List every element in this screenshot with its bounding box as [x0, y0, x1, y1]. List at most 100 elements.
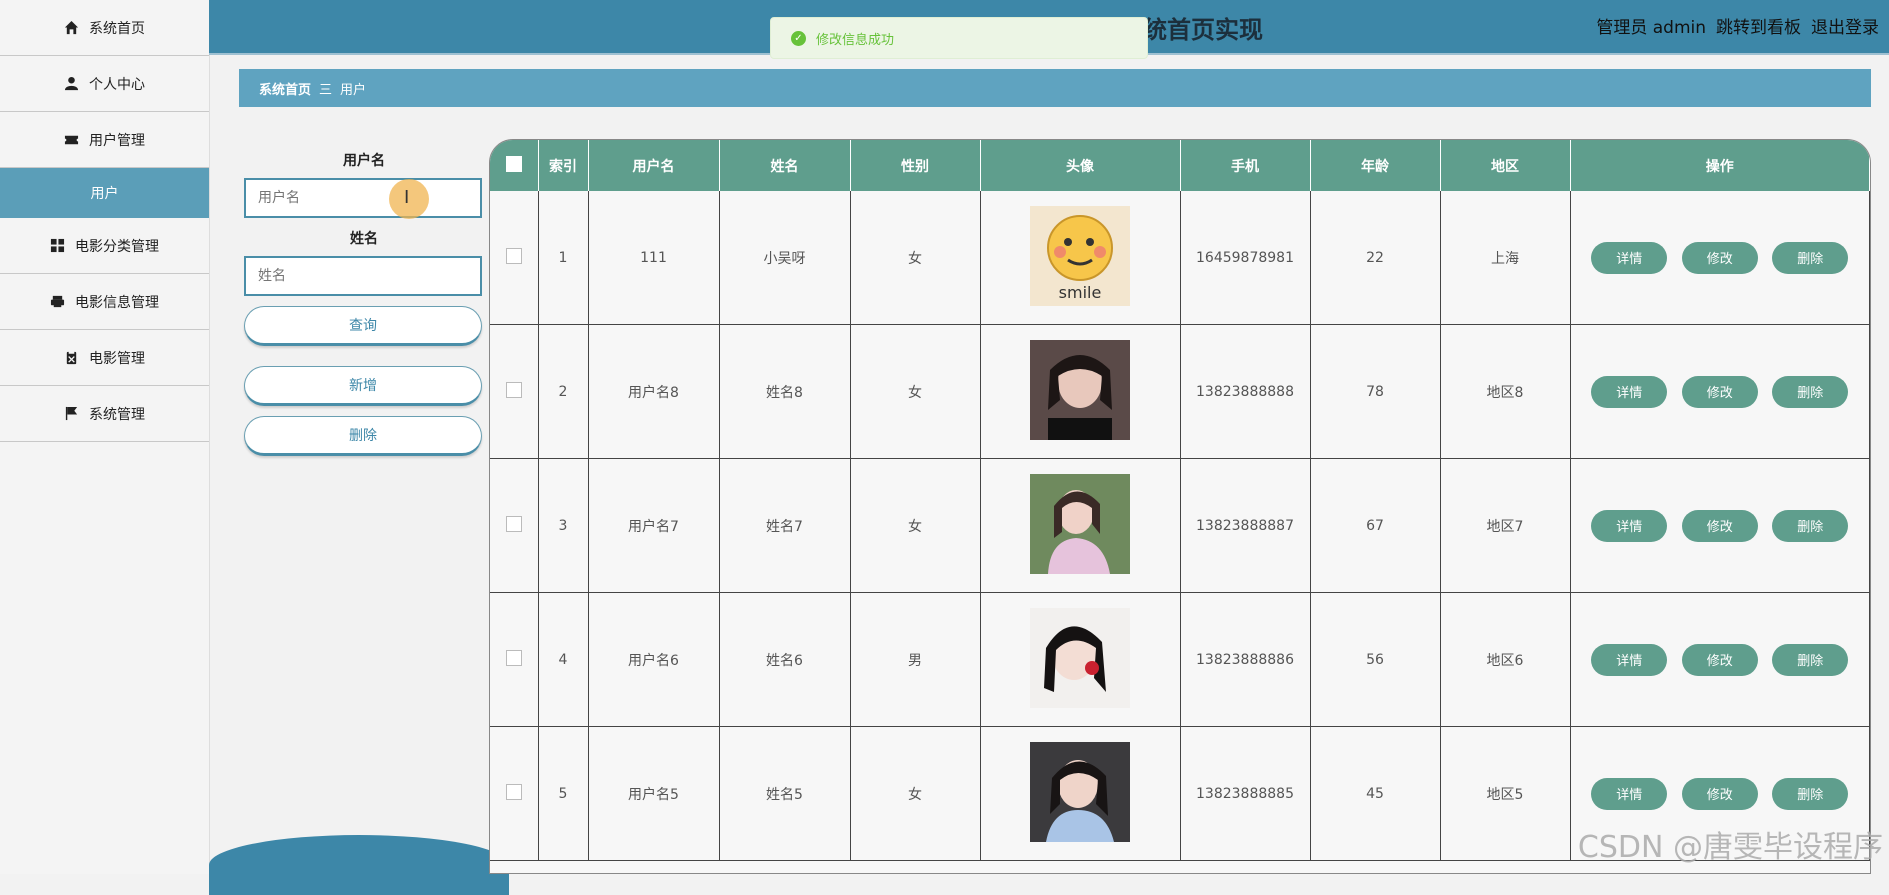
cell-username: 用户名5	[588, 726, 720, 861]
name-input[interactable]	[244, 256, 482, 296]
printer-icon	[50, 295, 65, 308]
breadcrumb-current: 用户	[340, 82, 367, 98]
query-button[interactable]: 查询	[244, 306, 482, 346]
user-icon	[64, 76, 79, 91]
row-checkbox[interactable]	[505, 515, 522, 532]
grid-icon	[50, 238, 65, 253]
sidebar-subitem-user[interactable]: 用户	[0, 168, 209, 218]
cell-gender: 女	[850, 191, 981, 325]
column-header: 姓名	[719, 140, 851, 191]
cell-username: 111	[588, 191, 720, 325]
detail-button[interactable]: 详情	[1591, 643, 1668, 676]
add-button[interactable]: 新增	[244, 366, 482, 406]
cell-age: 22	[1310, 191, 1441, 325]
decorative-wave	[209, 835, 509, 895]
column-header: 性别	[850, 140, 981, 191]
edit-button[interactable]: 修改	[1681, 509, 1758, 542]
sidebar-item-movie-management[interactable]: 电影管理	[0, 330, 209, 386]
clipboard-icon	[66, 350, 77, 365]
edit-button[interactable]: 修改	[1681, 777, 1758, 810]
cell-avatar: smile	[980, 191, 1181, 325]
sidebar-item-home[interactable]: 系统首页	[0, 0, 209, 56]
detail-button[interactable]: 详情	[1591, 241, 1668, 274]
cell-age: 45	[1310, 726, 1441, 861]
cell-name: 姓名7	[719, 458, 851, 593]
header-right: 管理员 admin 跳转到看板 退出登录	[1596, 13, 1879, 38]
username-input[interactable]	[244, 178, 482, 218]
cell-avatar	[980, 592, 1181, 727]
cell-actions: 详情 修改 删除	[1570, 458, 1870, 593]
cell-name: 姓名5	[719, 726, 851, 861]
cell-avatar	[980, 324, 1181, 459]
sidebar-item-user-management[interactable]: 用户管理	[0, 112, 209, 168]
column-header: 头像	[980, 140, 1181, 191]
table-row: 1 111 小吴呀 女 smile 16459878981 22 上海 详情 修…	[490, 191, 1870, 325]
avatar	[1030, 339, 1130, 444]
row-checkbox-cell	[490, 726, 539, 861]
cell-name: 姓名6	[719, 592, 851, 727]
cell-index: 5	[538, 726, 589, 861]
column-header: 操作	[1570, 140, 1870, 191]
avatar	[1030, 741, 1130, 846]
cell-actions: 详情 修改 删除	[1570, 592, 1870, 727]
table-row: 3 用户名7 姓名7 女 13823888887 67 地区7 详情 修改 删除	[490, 458, 1870, 593]
row-checkbox[interactable]	[505, 381, 522, 398]
breadcrumb-home[interactable]: 系统首页	[259, 79, 311, 98]
delete-button[interactable]: 删除	[1772, 375, 1849, 408]
logout-link[interactable]: 退出登录	[1811, 13, 1879, 38]
cell-gender: 女	[850, 726, 981, 861]
row-checkbox-cell	[490, 191, 539, 325]
edit-button[interactable]: 修改	[1681, 643, 1758, 676]
delete-button[interactable]: 删除	[1772, 643, 1849, 676]
column-header: 索引	[538, 140, 589, 191]
ticket-icon	[64, 135, 79, 145]
column-header: 手机	[1180, 140, 1311, 191]
select-all-checkbox[interactable]	[505, 155, 522, 172]
cell-index: 4	[538, 592, 589, 727]
sidebar-item-movie-info[interactable]: 电影信息管理	[0, 274, 209, 330]
cell-actions: 详情 修改 删除	[1570, 191, 1870, 325]
cell-avatar	[980, 726, 1181, 861]
sidebar-item-movie-category[interactable]: 电影分类管理	[0, 218, 209, 274]
cell-gender: 女	[850, 324, 981, 459]
dashboard-link[interactable]: 跳转到看板	[1716, 13, 1801, 38]
cell-index: 2	[538, 324, 589, 459]
avatar: smile	[1030, 205, 1130, 310]
cell-phone: 13823888885	[1180, 726, 1311, 861]
sidebar-item-system[interactable]: 系统管理	[0, 386, 209, 442]
cell-gender: 女	[850, 458, 981, 593]
sidebar-item-profile[interactable]: 个人中心	[0, 56, 209, 112]
cell-age: 56	[1310, 592, 1441, 727]
cell-gender: 男	[850, 592, 981, 727]
sidebar: 系统首页 个人中心 用户管理 用户 电影分类管理 电影信息管理 电影管理 系统管…	[0, 0, 210, 874]
edit-button[interactable]: 修改	[1681, 375, 1758, 408]
delete-button[interactable]: 删除	[1772, 241, 1849, 274]
row-checkbox-cell	[490, 458, 539, 593]
cell-index: 1	[538, 191, 589, 325]
watermark: CSDN @唐雯毕设程序	[1577, 830, 1883, 865]
cell-age: 78	[1310, 324, 1441, 459]
delete-button[interactable]: 删除	[1772, 777, 1849, 810]
row-checkbox[interactable]	[505, 783, 522, 800]
cell-name: 小吴呀	[719, 191, 851, 325]
table-row: 2 用户名8 姓名8 女 13823888888 78 地区8 详情 修改 删除	[490, 324, 1870, 459]
row-checkbox-cell	[490, 324, 539, 459]
row-checkbox[interactable]	[505, 649, 522, 666]
row-checkbox-cell	[490, 592, 539, 727]
cell-index: 3	[538, 458, 589, 593]
cell-region: 地区7	[1440, 458, 1571, 593]
batch-delete-button[interactable]: 删除	[244, 416, 482, 456]
table-header-row: 索引 用户名 姓名 性别 头像 手机 年龄 地区 操作	[490, 140, 1870, 191]
delete-button[interactable]: 删除	[1772, 509, 1849, 542]
edit-button[interactable]: 修改	[1681, 241, 1758, 274]
row-checkbox[interactable]	[505, 247, 522, 264]
cell-region: 上海	[1440, 191, 1571, 325]
user-table: 索引 用户名 姓名 性别 头像 手机 年龄 地区 操作 1 111 小吴呀 女 …	[489, 139, 1871, 874]
detail-button[interactable]: 详情	[1591, 375, 1668, 408]
breadcrumb-separator: 三	[319, 82, 333, 98]
cell-phone: 16459878981	[1180, 191, 1311, 325]
detail-button[interactable]: 详情	[1591, 509, 1668, 542]
sidebar-item-label: 电影信息管理	[75, 294, 159, 311]
detail-button[interactable]: 详情	[1591, 777, 1668, 810]
cell-phone: 13823888888	[1180, 324, 1311, 459]
